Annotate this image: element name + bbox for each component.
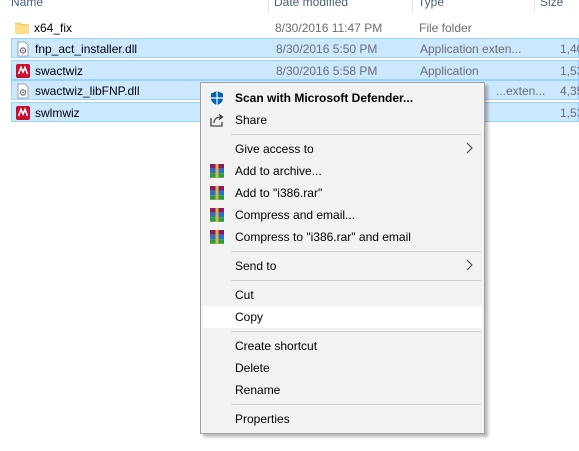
menu-separator	[231, 251, 481, 252]
dll-file-icon	[15, 83, 31, 99]
app-icon	[15, 105, 31, 121]
defender-shield-icon	[209, 90, 225, 106]
file-name: fnp_act_installer.dll	[35, 42, 138, 56]
file-row[interactable]: x64_fix 8/30/2016 11:47 PM File folder	[11, 18, 579, 38]
menu-item-add-to-rar[interactable]: Add to "i386.rar"	[203, 182, 482, 204]
column-header: Name Date modified Type Size	[0, 0, 579, 12]
menu-label: Give access to	[235, 142, 314, 156]
menu-separator	[231, 331, 481, 332]
file-row[interactable]: fnp_act_installer.dll 8/30/2016 5:50 PM …	[11, 38, 579, 58]
menu-label: Compress to "i386.rar" and email	[235, 230, 411, 244]
menu-separator	[231, 404, 481, 405]
file-size: 4,35	[560, 84, 579, 98]
column-divider[interactable]	[268, 0, 269, 12]
menu-item-rename[interactable]: Rename	[203, 379, 482, 401]
column-name-header[interactable]: Name	[11, 0, 43, 9]
file-date: 8/30/2016 5:50 PM	[276, 42, 378, 56]
context-menu: Scan with Microsoft Defender... Share Gi…	[200, 82, 485, 434]
chevron-right-icon	[464, 141, 474, 155]
file-type: Application exten...	[420, 42, 522, 56]
menu-label: Rename	[235, 383, 281, 397]
menu-label: Properties	[235, 412, 290, 426]
file-row[interactable]: swactwiz 8/30/2016 5:58 PM Application 1…	[11, 60, 579, 80]
file-name: swactwiz	[35, 64, 84, 78]
menu-label: Scan with Microsoft Defender...	[235, 91, 414, 105]
file-type: Application	[420, 64, 479, 78]
menu-item-share[interactable]: Share	[203, 109, 482, 131]
menu-label: Share	[235, 113, 268, 127]
menu-label: Compress and email...	[235, 208, 356, 222]
menu-item-create-shortcut[interactable]: Create shortcut	[203, 335, 482, 357]
winrar-icon	[209, 229, 225, 245]
menu-label: Add to archive...	[235, 164, 322, 178]
winrar-icon	[209, 163, 225, 179]
winrar-icon	[209, 185, 225, 201]
file-date: 8/30/2016 11:47 PM	[275, 21, 383, 35]
file-size: 1,53	[560, 64, 579, 78]
folder-icon	[14, 20, 30, 36]
menu-label: Send to	[235, 259, 277, 273]
menu-item-compress-email[interactable]: Compress and email...	[203, 204, 482, 226]
menu-item-properties[interactable]: Properties	[203, 408, 482, 430]
file-type: File folder	[419, 21, 472, 35]
menu-separator	[231, 134, 481, 135]
file-date: 8/30/2016 5:58 PM	[276, 64, 378, 78]
file-size: 1,53	[560, 106, 579, 120]
column-type-header[interactable]: Type	[418, 0, 444, 9]
menu-item-cut[interactable]: Cut	[203, 284, 482, 306]
file-name: x64_fix	[34, 21, 73, 35]
file-name: swlmwiz	[35, 106, 80, 120]
dll-file-icon	[15, 41, 31, 57]
menu-separator	[231, 280, 481, 281]
menu-label: Copy	[235, 310, 264, 324]
column-divider[interactable]	[534, 0, 535, 12]
share-icon	[209, 112, 225, 128]
menu-item-send-to[interactable]: Send to	[203, 255, 482, 277]
menu-item-compress-rar-email[interactable]: Compress to "i386.rar" and email	[203, 226, 482, 248]
column-size-header[interactable]: Size	[540, 0, 563, 9]
menu-item-give-access[interactable]: Give access to	[203, 138, 482, 160]
menu-item-add-to-archive[interactable]: Add to archive...	[203, 160, 482, 182]
file-name: swactwiz_libFNP.dll	[35, 84, 140, 98]
file-type: ...exten...	[496, 84, 546, 98]
chevron-right-icon	[464, 258, 474, 272]
column-date-header[interactable]: Date modified	[274, 0, 348, 9]
menu-label: Create shortcut	[235, 339, 318, 353]
menu-label: Add to "i386.rar"	[235, 186, 323, 200]
menu-label: Cut	[235, 288, 254, 302]
menu-label: Delete	[235, 361, 270, 375]
menu-item-copy[interactable]: Copy	[203, 306, 482, 328]
file-size: 1,40	[560, 42, 579, 56]
column-divider[interactable]	[412, 0, 413, 12]
app-icon	[15, 63, 31, 79]
menu-item-scan-defender[interactable]: Scan with Microsoft Defender...	[203, 87, 482, 109]
winrar-icon	[209, 207, 225, 223]
menu-item-delete[interactable]: Delete	[203, 357, 482, 379]
